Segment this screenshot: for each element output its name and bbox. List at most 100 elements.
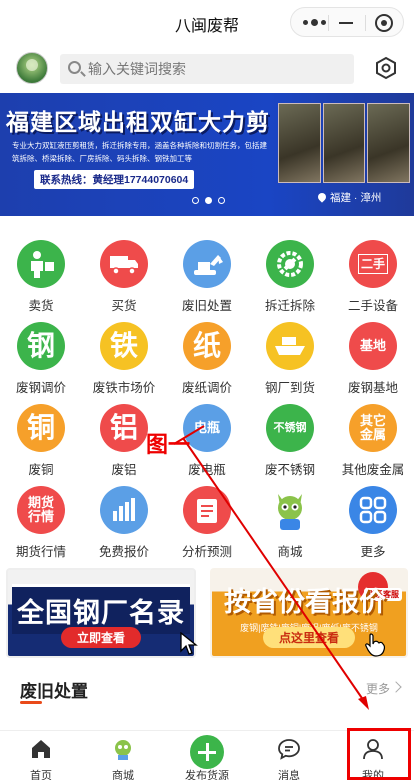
grid-item[interactable]: 基地 废钢基地 [332, 322, 414, 400]
truck-icon [100, 240, 148, 288]
section-header: 废旧处置 更多 [0, 670, 414, 706]
tab-home[interactable]: 首页 [0, 731, 82, 780]
grid-item-label: 免费报价 [98, 545, 149, 559]
view-now-button[interactable]: 立即查看 [60, 627, 142, 648]
title-bar: 八闽废帮 [0, 0, 414, 44]
grid-item-glyph: 纸 [192, 330, 221, 361]
excavator-icon [183, 240, 231, 288]
tab-label: 发布货源 [185, 770, 229, 780]
other-metal-icon: 其它金属 [349, 404, 397, 452]
location-pin-icon [316, 191, 328, 203]
grid-item-label: 二手设备 [347, 299, 398, 313]
grid-item[interactable]: 分析预测 [166, 486, 248, 564]
second-hand-icon: 二手 [349, 240, 397, 288]
battery-icon: 电瓶 [183, 404, 231, 452]
wrench-gear-icon [266, 240, 314, 288]
promo-banner[interactable]: 福建区域出租双缸大力剪 专业大力双缸液压剪租赁，拆迁拆除专用，涵盖各种拆除和切割… [0, 93, 414, 216]
tab-label: 首页 [30, 770, 52, 780]
mascot-icon [115, 740, 131, 760]
grid-item[interactable]: 更多 [332, 486, 414, 564]
more-link[interactable]: 更多 [366, 680, 390, 697]
tab-messages[interactable]: 消息 [248, 731, 330, 780]
more-options-icon[interactable] [303, 19, 326, 26]
grid-item-label: 废纸调价 [181, 381, 232, 395]
section-title: 废旧处置 [20, 677, 88, 704]
chevron-right-icon[interactable] [390, 681, 402, 693]
grid-item-label: 废铜 [28, 463, 54, 477]
grid-icon [349, 486, 397, 534]
grid-item-label: 废铁市场价 [92, 381, 156, 395]
grid-item-glyph: 期货行情 [27, 495, 54, 524]
carousel-dot [192, 197, 199, 204]
grid-item-label: 钢厂到货 [264, 381, 315, 395]
grid-item[interactable]: 铁废铁市场价 [83, 322, 165, 400]
futures-icon: 期货行情 [17, 486, 65, 534]
banner-location-text: 福建 · 漳州 [330, 192, 382, 204]
search-row [0, 44, 414, 92]
annotation-label: 图一 [146, 432, 191, 457]
grid-item-label: 废铝 [111, 463, 137, 477]
click-here-button[interactable]: 点这里查看 [262, 627, 356, 648]
base-icon: 基地 [349, 322, 397, 370]
tab-label: 商城 [112, 770, 134, 780]
grid-item[interactable]: 拆迁拆除 [249, 240, 331, 318]
app-logo[interactable] [16, 52, 48, 84]
grid-item[interactable]: 钢厂到货 [249, 322, 331, 400]
paper-icon: 纸 [183, 322, 231, 370]
message-icon [278, 739, 300, 760]
grid-item-glyph: 不锈钢 [273, 422, 307, 434]
ship-icon [266, 322, 314, 370]
minimize-icon[interactable] [339, 22, 353, 24]
home-icon [32, 740, 50, 758]
grid-item-label: 更多 [360, 545, 386, 559]
carousel-dots[interactable] [192, 197, 225, 204]
grid-item[interactable]: 二手 二手设备 [332, 240, 414, 318]
grid-item[interactable]: 卖货 [0, 240, 82, 318]
grid-item[interactable]: 期货行情 期货行情 [0, 486, 82, 564]
hand-pointer-icon [365, 633, 386, 657]
stainless-steel-icon: 不锈钢 [266, 404, 314, 452]
grid-item-label: 废不锈钢 [264, 463, 315, 477]
annotation-highlight-box [347, 728, 411, 780]
aluminum-icon: 铝 [100, 404, 148, 452]
grid-item-label: 废旧处置 [181, 299, 232, 313]
grid-item[interactable]: 其它金属 其他废金属 [332, 404, 414, 482]
capsule-menu [290, 7, 404, 37]
notepad-icon [183, 486, 231, 534]
grid-item[interactable]: 钢废钢调价 [0, 322, 82, 400]
close-target-icon[interactable] [375, 14, 393, 32]
person-with-goods-icon [17, 240, 65, 288]
carousel-dot-active [205, 197, 212, 204]
grid-item[interactable]: 纸废纸调价 [166, 322, 248, 400]
grid-item[interactable]: 商城 [249, 486, 331, 564]
grid-item-label: 期货行情 [15, 545, 66, 559]
tab-label: 消息 [278, 770, 300, 780]
grid-item-glyph: 二手 [357, 254, 388, 274]
banner-description: 专业大力双缸液压剪租赁，拆迁拆除专用，涵盖各种拆除和切割任务，包括建筑拆除、桥梁… [12, 141, 267, 163]
tab-publish[interactable]: 发布货源 [166, 731, 248, 780]
banner-hotline: 联系热线：黄经理17744070604 [34, 170, 195, 189]
search-icon [68, 61, 81, 74]
grid-item[interactable]: 买货 [83, 240, 165, 318]
settings-hexagon-icon[interactable] [374, 56, 398, 80]
app-page: 八闽废帮 福建区域出租双缸大力剪 专业大力双缸液压剪租赁，拆迁拆除专用，涵盖各种… [0, 0, 414, 780]
grid-item[interactable]: 不锈钢 废不锈钢 [249, 404, 331, 482]
search-box[interactable] [60, 54, 354, 84]
mascot-icon [266, 486, 314, 534]
grid-item-label: 买货 [111, 299, 137, 313]
plus-icon [190, 735, 224, 769]
grid-item-glyph: 电瓶 [193, 420, 220, 435]
steel-mill-directory-card[interactable]: 全国钢厂名录 立即查看 [6, 568, 196, 658]
grid-item-label: 其他废金属 [341, 463, 405, 477]
steel-icon: 钢 [17, 322, 65, 370]
grid-item[interactable]: 铜废铜 [0, 404, 82, 482]
grid-item-glyph: 铁 [109, 330, 138, 361]
grid-item[interactable]: 废旧处置 [166, 240, 248, 318]
promo-right-title: 按省份看报价 [224, 587, 386, 617]
grid-item[interactable]: 免费报价 [83, 486, 165, 564]
grid-item-glyph: 铜 [26, 412, 55, 443]
grid-item-label: 废电瓶 [188, 463, 226, 477]
grid-item-label: 废钢调价 [15, 381, 66, 395]
tab-mall[interactable]: 商城 [82, 731, 164, 780]
search-input[interactable] [88, 54, 348, 84]
